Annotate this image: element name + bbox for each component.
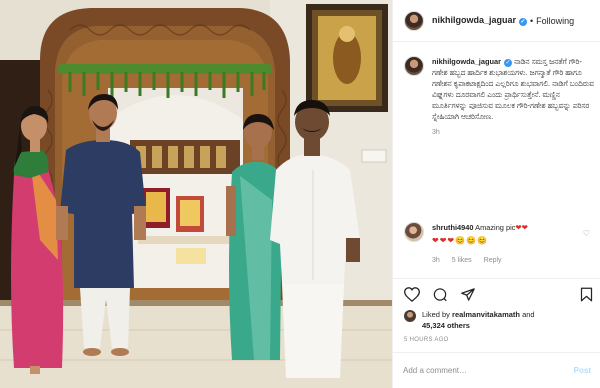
likes-conj: and [522, 310, 535, 319]
comment-likes[interactable]: 5 likes [452, 255, 472, 266]
caption-block: nikhilgowda_jaguar ✓ ನಾಡಿನ ಸಮಸ್ತ ಜನತೆಗೆ ಗ… [404, 56, 594, 138]
save-icon[interactable] [580, 287, 593, 302]
caption-content: nikhilgowda_jaguar ✓ ನಾಡಿನ ಸಮಸ್ತ ಜನತೆಗೆ ಗ… [432, 56, 594, 138]
comment-meta: 3h 5 likes Reply [432, 255, 582, 266]
likes-count[interactable]: 45,324 others [422, 321, 470, 330]
post-comment-button[interactable]: Post [574, 366, 591, 375]
heart-icon[interactable] [404, 287, 420, 302]
caption-avatar[interactable] [404, 56, 424, 76]
post-sidebar: nikhilgowda_jaguar ✓ • Following nikhilgo… [392, 0, 600, 388]
comment-emoji-row: ❤❤❤😊😊😊 [432, 235, 582, 246]
following-button[interactable]: Following [536, 16, 574, 26]
caption-time[interactable]: 3h [432, 127, 594, 138]
comment-emoji-faces: 😊😊😊 [455, 236, 488, 245]
comment-text: Amazing pic [475, 223, 516, 232]
comment-time[interactable]: 3h [432, 255, 440, 266]
commenter-avatar[interactable] [404, 222, 424, 242]
comment-item: shruthi4940 Amazing pic❤❤ ❤❤❤😊😊😊 3h 5 li… [404, 222, 594, 266]
author-avatar[interactable] [404, 10, 424, 31]
post-actions-section: Liked by realmanvitakamath and 45,324 ot… [393, 278, 600, 350]
comment-like-icon[interactable]: ♡ [583, 229, 590, 238]
likes-prefix: Liked by [422, 310, 450, 319]
likes-text: Liked by realmanvitakamath and 45,324 ot… [422, 309, 535, 331]
liker-avatar[interactable] [404, 310, 416, 322]
post-photo[interactable] [0, 0, 392, 388]
comment-reply-button[interactable]: Reply [484, 255, 502, 266]
post-header: nikhilgowda_jaguar ✓ • Following [393, 0, 600, 42]
author-username[interactable]: nikhilgowda_jaguar ✓ [432, 15, 528, 26]
action-bar [404, 287, 476, 302]
caption-text: ನಾಡಿನ ಸಮಸ್ತ ಜನತೆಗೆ ಗೌರಿ-ಗಣೇಶ ಹಬ್ಬದ ಹಾರ್ದ… [432, 57, 594, 121]
header-separator: • [530, 15, 534, 26]
author-username-text[interactable]: nikhilgowda_jaguar [432, 15, 516, 25]
family-photo-illustration [0, 0, 392, 388]
commenter-username[interactable]: shruthi4940 [432, 223, 474, 232]
comment-hearts-inline: ❤❤ [515, 223, 528, 232]
comment-input[interactable] [403, 366, 553, 375]
comment-body: shruthi4940 Amazing pic❤❤ ❤❤❤😊😊😊 3h 5 li… [432, 222, 582, 266]
post-timestamp[interactable]: 5 HOURS AGO [404, 337, 449, 343]
comment-emoji-hearts: ❤❤❤ [432, 236, 456, 245]
comment-icon[interactable] [432, 287, 448, 302]
liker-username[interactable]: realmanvitakamath [452, 310, 520, 319]
add-comment-bar: Post [393, 352, 600, 388]
caption-username[interactable]: nikhilgowda_jaguar [432, 57, 501, 66]
share-icon[interactable] [460, 287, 476, 302]
verified-badge-icon: ✓ [519, 18, 528, 26]
likes-summary: Liked by realmanvitakamath and 45,324 ot… [404, 309, 535, 331]
caption-verified-icon: ✓ [504, 59, 512, 67]
